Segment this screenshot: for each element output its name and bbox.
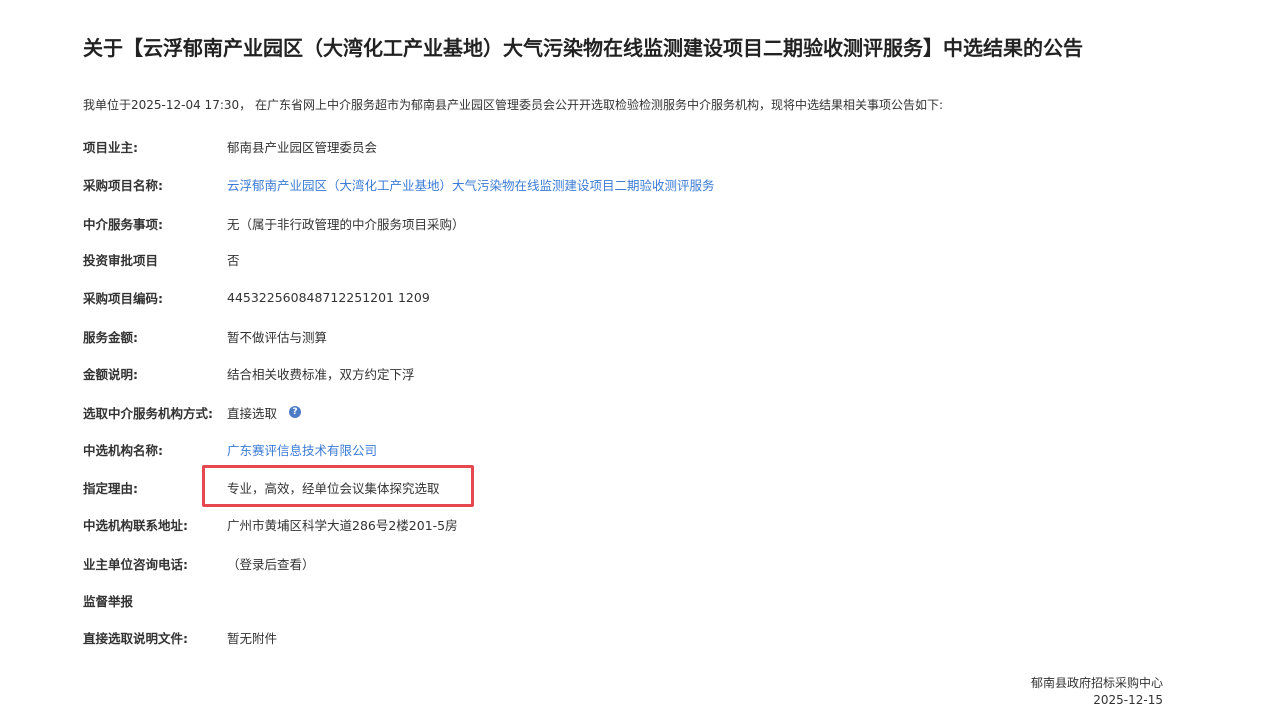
field-value: 否 bbox=[227, 252, 240, 268]
field-value: 暂不做评估与测算 bbox=[227, 329, 328, 345]
field-value: 直接选取 bbox=[227, 405, 278, 421]
field-value: 445322560848712251201 1209 bbox=[227, 289, 430, 305]
field-row-supervision-report: 监督举报 bbox=[83, 590, 227, 610]
field-value: 专业，高效，经单位会议集体探究选取 bbox=[227, 480, 440, 496]
field-label: 采购项目名称: bbox=[83, 177, 163, 193]
field-label: 中选机构名称: bbox=[83, 442, 163, 458]
field-label: 中介服务事项: bbox=[83, 216, 163, 232]
selected-agency-link[interactable]: 广东赛评信息技术有限公司 bbox=[227, 440, 377, 459]
field-label: 服务金额: bbox=[83, 329, 138, 345]
page-title: 关于【云浮郁南产业园区（大湾化工产业基地）大气污染物在线监测建设项目二期验收测评… bbox=[83, 36, 1083, 60]
help-icon[interactable]: ? bbox=[289, 406, 302, 418]
field-label: 项目业主: bbox=[83, 139, 138, 155]
field-value: 广州市黄埔区科学大道286号2楼201-5房 bbox=[227, 517, 458, 533]
project-name-link[interactable]: 云浮郁南产业园区（大湾化工产业基地）大气污染物在线监测建设项目二期验收测评服务 bbox=[227, 175, 715, 194]
field-label: 选取中介服务机构方式: bbox=[83, 405, 213, 421]
footer-organization: 郁南县政府招标采购中心 bbox=[1030, 676, 1163, 690]
field-label: 业主单位咨询电话: bbox=[83, 556, 188, 572]
field-row-designation-reason: 指定理由: 专业，高效，经单位会议集体探究选取 bbox=[83, 477, 440, 497]
field-value: 结合相关收费标准，双方约定下浮 bbox=[227, 366, 415, 382]
field-value: 暂无附件 bbox=[227, 630, 278, 646]
field-value: （登录后查看） bbox=[227, 556, 315, 572]
field-label: 金额说明: bbox=[83, 366, 138, 382]
field-row-owner-phone: 业主单位咨询电话: （登录后查看） bbox=[83, 553, 315, 573]
field-row-service-amount: 服务金额: 暂不做评估与测算 bbox=[83, 326, 327, 346]
field-row-investment-approval: 投资审批项目 否 bbox=[83, 249, 240, 269]
field-row-selected-agency: 中选机构名称: 广东赛评信息技术有限公司 bbox=[83, 439, 377, 459]
field-row-selection-document: 直接选取说明文件: 暂无附件 bbox=[83, 627, 277, 647]
field-label: 采购项目编码: bbox=[83, 290, 163, 306]
field-value: 无（属于非行政管理的中介服务项目采购） bbox=[227, 216, 465, 232]
field-row-service-item: 中介服务事项: 无（属于非行政管理的中介服务项目采购） bbox=[83, 213, 465, 233]
field-row-agency-address: 中选机构联系地址: 广州市黄埔区科学大道286号2楼201-5房 bbox=[83, 514, 458, 534]
announcement-intro: 我单位于2025-12-04 17:30， 在广东省网上中介服务超市为郁南县产业… bbox=[83, 98, 943, 112]
field-value: 郁南县产业园区管理委员会 bbox=[227, 139, 378, 155]
field-label: 监督举报 bbox=[83, 593, 134, 609]
field-row-selection-method: 选取中介服务机构方式: 直接选取 ? bbox=[83, 402, 302, 422]
field-row-project-name: 采购项目名称: 云浮郁南产业园区（大湾化工产业基地）大气污染物在线监测建设项目二… bbox=[83, 174, 715, 194]
field-label: 指定理由: bbox=[83, 480, 138, 496]
field-label: 直接选取说明文件: bbox=[83, 630, 188, 646]
footer-date: 2025-12-15 bbox=[1093, 693, 1163, 707]
field-row-project-code: 采购项目编码: 445322560848712251201 1209 bbox=[83, 287, 430, 307]
field-row-project-owner: 项目业主: 郁南县产业园区管理委员会 bbox=[83, 136, 377, 156]
field-label: 中选机构联系地址: bbox=[83, 517, 188, 533]
field-label: 投资审批项目 bbox=[83, 252, 159, 268]
field-row-amount-note: 金额说明: 结合相关收费标准，双方约定下浮 bbox=[83, 363, 415, 383]
